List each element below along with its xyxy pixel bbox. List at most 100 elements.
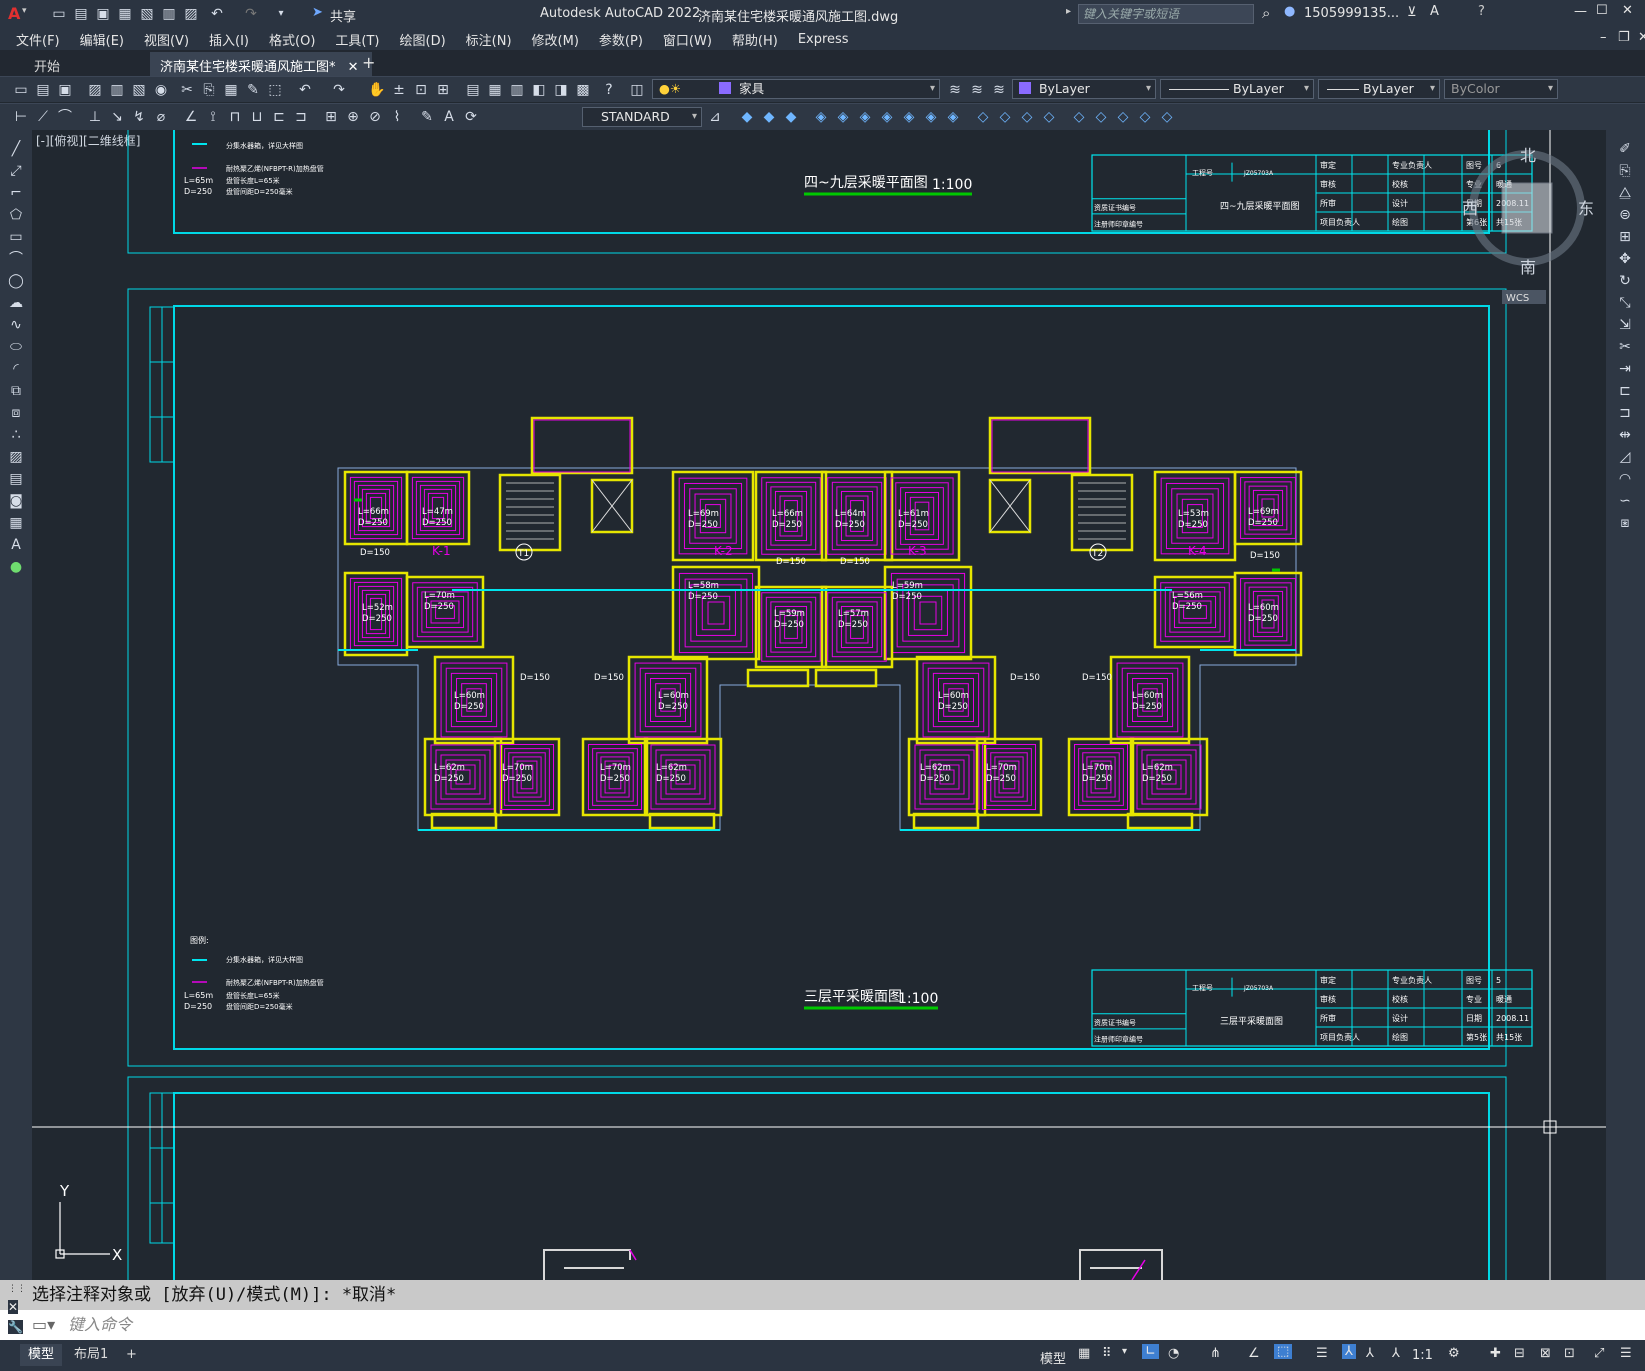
dim-jogged-icon[interactable]: ↯ [130, 108, 148, 126]
command-grip-icon[interactable]: ⋮⋮ [8, 1284, 26, 1294]
command-customize-icon[interactable]: 🔧 [8, 1320, 23, 1334]
user-account[interactable]: 1505999135... [1304, 6, 1399, 21]
search-icon[interactable]: ⌕ [1262, 4, 1270, 22]
menu-tools[interactable]: 工具(T) [325, 30, 389, 49]
design-center-icon[interactable]: ▦ [486, 81, 504, 99]
publish-tb-icon[interactable]: ▧ [130, 81, 148, 99]
menu-insert[interactable]: 插入(I) [199, 30, 259, 49]
plot-preview-icon[interactable]: ▥ [160, 5, 178, 23]
dim-baseline-icon[interactable]: ⊓ [226, 108, 244, 126]
menu-help[interactable]: 帮助(H) [722, 30, 788, 49]
insert-block-icon[interactable]: ⧉ [7, 382, 25, 400]
search-input[interactable]: 键入关键字或短语 [1078, 4, 1254, 24]
dim-arc-icon[interactable]: ⌒ [56, 108, 74, 126]
save-as-icon[interactable]: ▦ [116, 5, 134, 23]
menu-modify[interactable]: 修改(M) [522, 30, 589, 49]
add-selected-icon[interactable]: ● [7, 558, 25, 576]
dim-diameter-icon[interactable]: ⌀ [152, 108, 170, 126]
zoom-window-icon[interactable]: ⊡ [412, 81, 430, 99]
polygon-icon[interactable]: ⬠ [7, 206, 25, 224]
modify-extend-icon[interactable]: ◇ [974, 108, 992, 126]
linetype-dropdown[interactable]: ByLayer ▾ [1160, 79, 1314, 99]
user-icon[interactable]: ● [1284, 4, 1295, 19]
array-icon[interactable]: ⊞ [1616, 228, 1634, 246]
layer-manager-icon[interactable]: ◫ [628, 81, 646, 99]
revcloud-icon[interactable]: ☁ [7, 294, 25, 312]
polar-icon[interactable]: ◔ [1168, 1346, 1179, 1361]
line-icon[interactable]: ╱ [7, 140, 25, 158]
ellipse-icon[interactable]: ⬭ [7, 338, 25, 356]
modify-array-icon[interactable]: ◈ [834, 108, 852, 126]
menu-file[interactable]: 文件(F) [6, 30, 70, 49]
viewcube-west[interactable]: 西 [1462, 199, 1478, 218]
save-icon[interactable]: ▣ [94, 5, 112, 23]
move-icon[interactable]: ✥ [1616, 250, 1634, 268]
plot-icon[interactable]: ▨ [182, 5, 200, 23]
help-icon[interactable]: ? [1478, 4, 1485, 19]
quick-properties-icon[interactable]: ⊠ [1540, 1346, 1551, 1361]
modify-blend-icon[interactable]: ◇ [1092, 108, 1110, 126]
dim-aligned-icon[interactable]: ⟋ [34, 108, 52, 126]
command-close-icon[interactable]: ✕ [8, 1300, 19, 1314]
dimstyle-dropdown[interactable]: STANDARD ▾ [582, 107, 702, 127]
annotation-scale-value[interactable]: 1:1 [1412, 1348, 1433, 1363]
3dprint-icon[interactable]: ◉ [152, 81, 170, 99]
modify-offset-icon[interactable]: ◈ [812, 108, 830, 126]
jogged-linear-icon[interactable]: ⌇ [388, 108, 406, 126]
menu-draw[interactable]: 绘图(D) [390, 30, 456, 49]
maximize-icon[interactable]: ☐ [1596, 3, 1608, 18]
dim-update-icon[interactable]: ⟳ [462, 108, 480, 126]
tolerance-icon[interactable]: ⊞ [322, 108, 340, 126]
dim-edit-icon[interactable]: ✎ [418, 108, 436, 126]
layer-states-icon[interactable]: ≋ [990, 81, 1008, 99]
search-expand-icon[interactable]: ▸ [1066, 6, 1071, 17]
open-file-icon[interactable]: ▤ [72, 5, 90, 23]
menu-view[interactable]: 视图(V) [134, 30, 199, 49]
save-tb-icon[interactable]: ▣ [56, 81, 74, 99]
menu-parametric[interactable]: 参数(P) [589, 30, 653, 49]
object-snap-tracking-icon[interactable]: ∠ [1248, 1346, 1260, 1361]
mtext-icon[interactable]: A [7, 536, 25, 554]
tab-model[interactable]: 模型 [20, 1344, 63, 1366]
center-mark-icon[interactable]: ⊕ [344, 108, 362, 126]
menu-edit[interactable]: 编辑(E) [70, 30, 134, 49]
trim-icon[interactable]: ✂ [1616, 338, 1634, 356]
command-line[interactable]: ▭▾ 键入命令 [0, 1310, 1645, 1340]
minimize-icon[interactable]: — [1574, 4, 1587, 19]
new-file-icon[interactable]: ▭ [50, 5, 68, 23]
tab-close-icon[interactable]: ✕ [348, 60, 359, 75]
annotation-scale-icon[interactable]: ⅄ [1392, 1346, 1400, 1361]
workspace-gear-icon[interactable]: ⚙ [1448, 1346, 1460, 1361]
print-icon[interactable]: ▨ [86, 81, 104, 99]
modify-move-icon[interactable]: ◈ [856, 108, 874, 126]
modify-join-icon[interactable]: ◇ [1018, 108, 1036, 126]
table-icon[interactable]: ▦ [7, 514, 25, 532]
zoom-realtime-icon[interactable]: ± [390, 81, 408, 99]
color-dropdown[interactable]: ByLayer ▾ [1012, 79, 1156, 99]
menu-format[interactable]: 格式(O) [259, 30, 325, 49]
cut-icon[interactable]: ✂ [178, 81, 196, 99]
stretch-icon[interactable]: ⇲ [1616, 316, 1634, 334]
dim-break-icon[interactable]: ⊐ [292, 108, 310, 126]
modify-stretch-icon[interactable]: ◈ [922, 108, 940, 126]
dim-linear-icon[interactable]: ⊢ [12, 108, 30, 126]
rectangle-icon[interactable]: ▭ [7, 228, 25, 246]
layer-previous-icon[interactable]: ≋ [968, 81, 986, 99]
modify-scale-icon[interactable]: ◈ [900, 108, 918, 126]
qat-more-icon[interactable]: ▾ [272, 5, 290, 23]
menu-dimension[interactable]: 标注(N) [456, 30, 522, 49]
help-tb-icon[interactable]: ? [600, 81, 618, 99]
share-button[interactable]: 共享 [330, 6, 356, 25]
autodesk-app-icon[interactable]: A [1430, 4, 1439, 19]
modify-explode-icon[interactable]: ◇ [1114, 108, 1132, 126]
modify-lengthen-icon[interactable]: ◇ [1136, 108, 1154, 126]
command-prompt-icon[interactable]: ▭▾ [32, 1310, 55, 1340]
matchprop-icon[interactable]: ✎ [244, 81, 262, 99]
chamfer-icon[interactable]: ◿ [1616, 448, 1634, 466]
tab-drawing[interactable]: 济南某住宅楼采暖通风施工图* ✕ [150, 52, 372, 76]
modify-copy-icon[interactable]: ◆ [760, 108, 778, 126]
point-icon[interactable]: ∴ [7, 426, 25, 444]
explode-icon[interactable]: ⧆ [1616, 514, 1634, 532]
command-input[interactable]: 键入命令 [68, 1315, 132, 1334]
units-icon[interactable]: ⊟ [1514, 1346, 1525, 1361]
